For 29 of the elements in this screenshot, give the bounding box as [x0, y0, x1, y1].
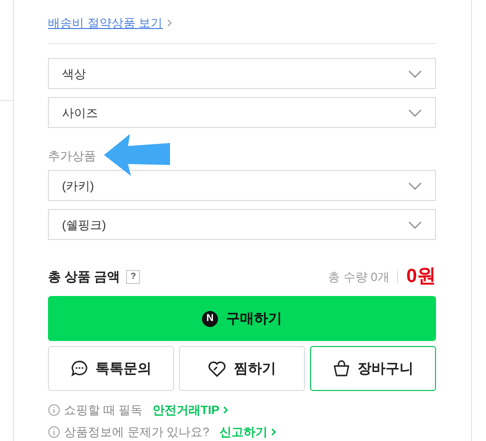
total-price: 0원	[406, 264, 436, 289]
notice-text: 상품정보에 문제가 있나요?	[64, 424, 210, 440]
chevron-down-icon	[408, 70, 422, 78]
addon-label: 추가상품	[48, 148, 97, 163]
action-button[interactable]: 찜하기	[179, 346, 305, 391]
chat-bubble-icon	[70, 360, 88, 377]
info-icon	[48, 426, 60, 438]
select-dropdown[interactable]: (카키)	[48, 170, 436, 201]
action-button[interactable]: 톡톡문의	[48, 346, 174, 391]
chevron-right-icon	[271, 428, 276, 436]
heart-icon	[208, 360, 226, 376]
action-button[interactable]: 장바구니	[310, 346, 436, 391]
total-label: 총 상품 금액	[48, 268, 120, 286]
chevron-down-icon	[408, 182, 422, 190]
notice-text: 쇼핑할 때 필독	[64, 402, 143, 418]
select-dropdown[interactable]: (쉘핑크)	[48, 209, 436, 240]
chevron-right-icon	[223, 406, 228, 414]
shopping-bag-icon	[332, 360, 350, 377]
select-dropdown[interactable]: 사이즈	[48, 97, 436, 128]
total-quantity: 총 수량 0개	[328, 269, 390, 286]
select-dropdown[interactable]: 색상	[48, 58, 436, 89]
help-button[interactable]: ?	[126, 270, 140, 284]
info-icon	[48, 404, 60, 416]
chevron-down-icon	[408, 108, 422, 116]
chevron-right-icon	[166, 19, 172, 27]
arrow-icon	[104, 134, 170, 176]
chevron-down-icon	[408, 220, 422, 228]
n-logo-icon: N	[202, 310, 218, 326]
buy-button[interactable]: N 구매하기	[48, 296, 436, 341]
